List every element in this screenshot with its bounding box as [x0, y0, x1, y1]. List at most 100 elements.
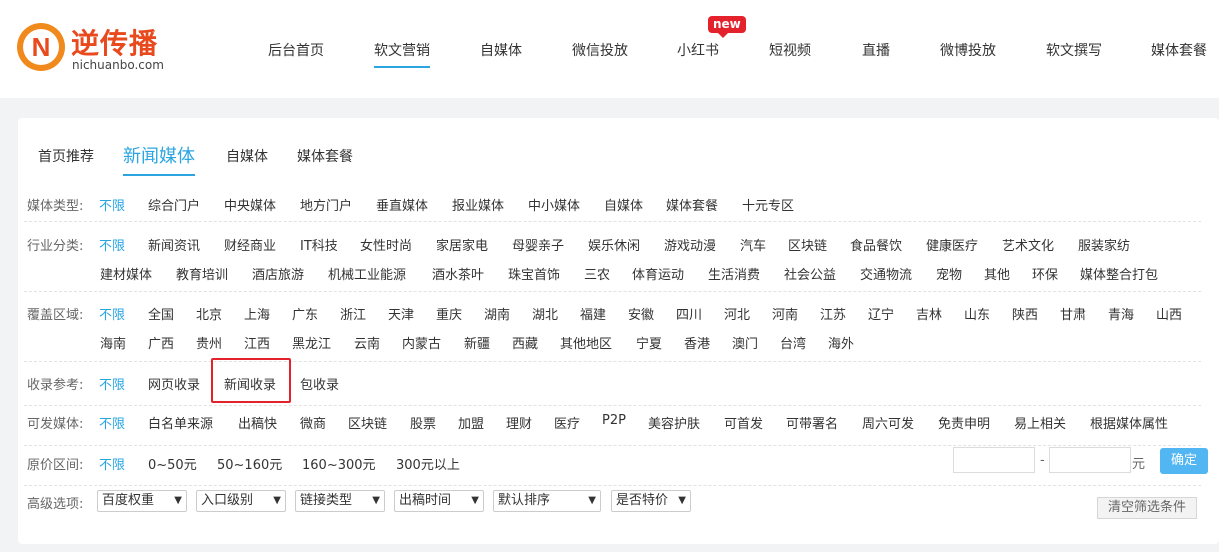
filter-option[interactable]: 宠物 — [936, 264, 962, 283]
filter-option[interactable]: 包收录 — [300, 374, 339, 393]
filter-option[interactable]: 美容护肤 — [648, 413, 700, 432]
filter-option[interactable]: 河北 — [724, 304, 750, 323]
filter-option[interactable]: 云南 — [354, 333, 380, 352]
filter-option[interactable]: 娱乐休闲 — [588, 235, 640, 254]
filter-option[interactable]: IT科技 — [300, 235, 338, 254]
filter-option[interactable]: 宁夏 — [636, 333, 662, 352]
filter-option[interactable]: 加盟 — [458, 413, 484, 432]
nav-item-xiaohongshu[interactable]: 小红书 — [677, 40, 719, 60]
nav-item-short-video[interactable]: 短视频 — [769, 40, 811, 60]
filter-option[interactable]: 自媒体 — [604, 195, 643, 214]
filter-option[interactable]: 健康医疗 — [926, 235, 978, 254]
filter-option[interactable]: 不限 — [99, 304, 125, 323]
filter-option[interactable]: 福建 — [580, 304, 606, 323]
filter-option[interactable]: P2P — [602, 413, 626, 428]
nav-item-live[interactable]: 直播 — [862, 40, 890, 60]
filter-option[interactable]: 海外 — [828, 333, 854, 352]
filter-option[interactable]: 江苏 — [820, 304, 846, 323]
filter-option[interactable]: 不限 — [99, 195, 125, 214]
filter-option[interactable]: 新闻资讯 — [148, 235, 200, 254]
filter-option[interactable]: 北京 — [196, 304, 222, 323]
filter-option[interactable]: 湖北 — [532, 304, 558, 323]
filter-option[interactable]: 周六可发 — [862, 413, 914, 432]
link-type-select[interactable]: 链接类型 ▼ — [295, 490, 385, 512]
filter-option[interactable]: 160~300元 — [302, 454, 376, 473]
filter-option[interactable]: 教育培训 — [176, 264, 228, 283]
filter-option[interactable]: 广西 — [148, 333, 174, 352]
filter-option[interactable]: 母婴亲子 — [512, 235, 564, 254]
filter-option[interactable]: 财经商业 — [224, 235, 276, 254]
filter-option[interactable]: 广东 — [292, 304, 318, 323]
filter-option[interactable]: 江西 — [244, 333, 270, 352]
filter-option[interactable]: 生活消费 — [708, 264, 760, 283]
filter-option[interactable]: 网页收录 — [148, 374, 200, 393]
filter-option[interactable]: 重庆 — [436, 304, 462, 323]
filter-option[interactable]: 台湾 — [780, 333, 806, 352]
special-price-select[interactable]: 是否特价 ▼ — [611, 490, 691, 512]
filter-option[interactable]: 珠宝首饰 — [508, 264, 560, 283]
filter-option[interactable]: 垂直媒体 — [376, 195, 428, 214]
filter-option[interactable]: 出稿快 — [238, 413, 277, 432]
filter-option[interactable]: 艺术文化 — [1002, 235, 1054, 254]
filter-option[interactable]: 四川 — [676, 304, 702, 323]
filter-option[interactable]: 青海 — [1108, 304, 1134, 323]
filter-option[interactable]: 不限 — [99, 374, 125, 393]
filter-option[interactable]: 理财 — [506, 413, 532, 432]
filter-option[interactable]: 安徽 — [628, 304, 654, 323]
nav-item-soft-article[interactable]: 软文营销 — [374, 40, 430, 68]
filter-option[interactable]: 0~50元 — [148, 454, 197, 473]
price-confirm-button[interactable]: 确定 — [1160, 448, 1208, 474]
filter-option[interactable]: 山西 — [1156, 304, 1182, 323]
nav-item-self-media[interactable]: 自媒体 — [480, 40, 522, 60]
price-min-input[interactable] — [953, 447, 1035, 473]
filter-option[interactable]: 食品餐饮 — [850, 235, 902, 254]
tab-package[interactable]: 媒体套餐 — [297, 146, 353, 166]
filter-option[interactable]: 海南 — [100, 333, 126, 352]
entry-level-select[interactable]: 入口级别 ▼ — [196, 490, 286, 512]
filter-option[interactable]: 西藏 — [512, 333, 538, 352]
filter-option[interactable]: 股票 — [410, 413, 436, 432]
filter-option[interactable]: 医疗 — [554, 413, 580, 432]
filter-option[interactable]: 浙江 — [340, 304, 366, 323]
nav-item-dashboard[interactable]: 后台首页 — [268, 40, 324, 60]
nav-item-weibo[interactable]: 微博投放 — [940, 40, 996, 60]
filter-option[interactable]: 报业媒体 — [452, 195, 504, 214]
filter-option[interactable]: 50~160元 — [217, 454, 282, 473]
filter-option[interactable]: 甘肃 — [1060, 304, 1086, 323]
publish-time-select[interactable]: 出稿时间 ▼ — [394, 490, 484, 512]
filter-option[interactable]: 媒体套餐 — [666, 195, 718, 214]
filter-option[interactable]: 内蒙古 — [402, 333, 441, 352]
filter-option[interactable]: 社会公益 — [784, 264, 836, 283]
filter-option[interactable]: 香港 — [684, 333, 710, 352]
filter-option[interactable]: 根据媒体属性 — [1090, 413, 1168, 432]
filter-option[interactable]: 微商 — [300, 413, 326, 432]
filter-option[interactable]: 服装家纺 — [1078, 235, 1130, 254]
filter-option[interactable]: 湖南 — [484, 304, 510, 323]
clear-filters-button[interactable]: 清空筛选条件 — [1097, 497, 1198, 519]
filter-option[interactable]: 山东 — [964, 304, 990, 323]
filter-option[interactable]: 不限 — [99, 454, 125, 473]
filter-option[interactable]: 环保 — [1032, 264, 1058, 283]
filter-option[interactable]: 汽车 — [740, 235, 766, 254]
filter-option[interactable]: 综合门户 — [148, 195, 200, 214]
filter-option[interactable]: 建材媒体 — [100, 264, 152, 283]
filter-option[interactable]: 可带署名 — [786, 413, 838, 432]
filter-option[interactable]: 女性时尚 — [360, 235, 412, 254]
filter-option[interactable]: 辽宁 — [868, 304, 894, 323]
filter-option[interactable]: 其他 — [984, 264, 1010, 283]
filter-option[interactable]: 中小媒体 — [528, 195, 580, 214]
tab-self-media[interactable]: 自媒体 — [226, 146, 268, 166]
filter-option[interactable]: 地方门户 — [300, 195, 352, 214]
filter-option[interactable]: 澳门 — [732, 333, 758, 352]
filter-option[interactable]: 家居家电 — [436, 235, 488, 254]
nav-item-writing[interactable]: 软文撰写 — [1046, 40, 1102, 60]
filter-option[interactable]: 十元专区 — [742, 195, 794, 214]
filter-option[interactable]: 白名单来源 — [148, 413, 213, 432]
filter-option[interactable]: 媒体整合打包 — [1080, 264, 1158, 283]
site-logo[interactable]: N 逆传播 nichuanbo.com — [16, 22, 176, 76]
filter-option[interactable]: 300元以上 — [396, 454, 460, 473]
filter-option[interactable]: 区块链 — [348, 413, 387, 432]
filter-option[interactable]: 陕西 — [1012, 304, 1038, 323]
filter-option[interactable]: 上海 — [244, 304, 270, 323]
nav-item-package[interactable]: 媒体套餐 — [1151, 40, 1207, 60]
